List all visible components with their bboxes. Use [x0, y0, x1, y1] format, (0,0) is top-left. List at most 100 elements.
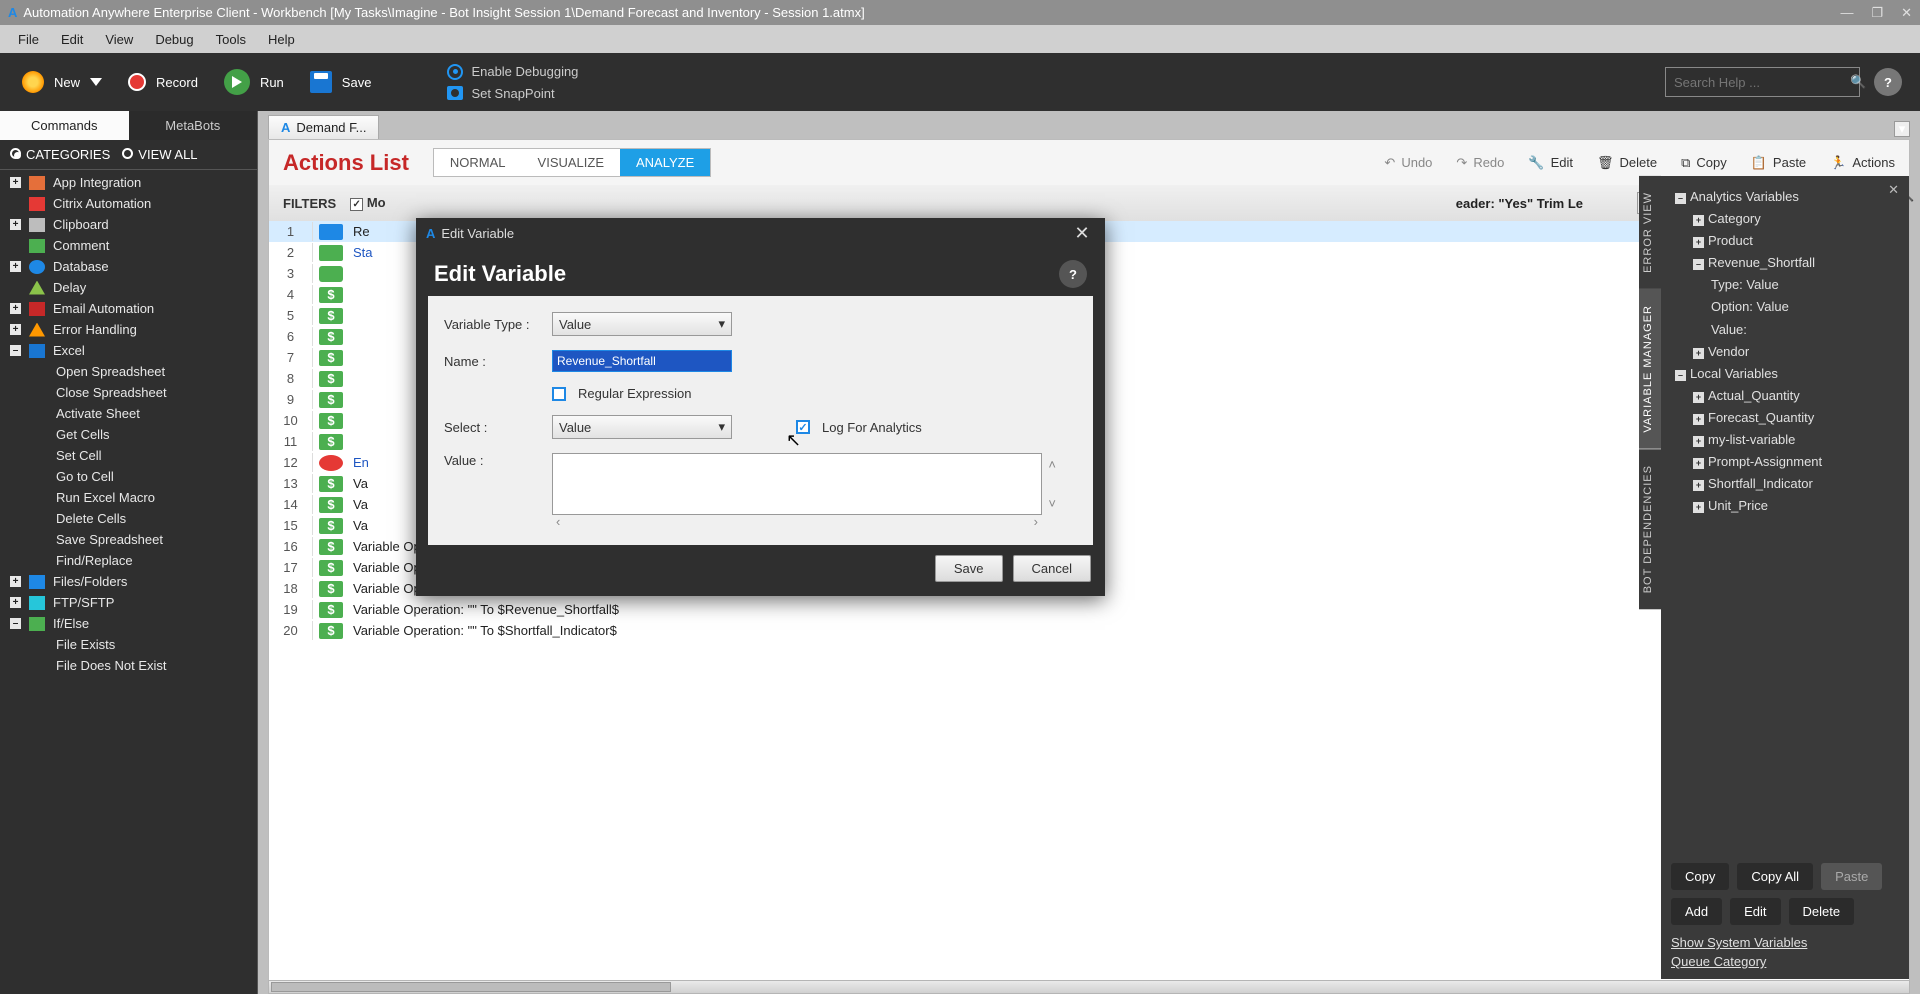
sidebar-item[interactable]: +Files/Folders	[0, 571, 257, 592]
sidebar-item[interactable]: Citrix Automation	[0, 193, 257, 214]
delete-action-button[interactable]: 🗑Delete	[1597, 155, 1657, 171]
sidebar-subitem[interactable]: Close Spreadsheet	[0, 382, 257, 403]
dock-close-button[interactable]: ✕	[1888, 182, 1899, 198]
tree-node[interactable]: Type: Value	[1671, 274, 1899, 296]
radio-categories[interactable]: CATEGORIES	[10, 147, 110, 162]
dialog-close-button[interactable]: ✕	[1069, 220, 1095, 246]
save-button[interactable]: Save	[310, 71, 372, 93]
dialog-save-button[interactable]: Save	[935, 555, 1003, 582]
tree-node[interactable]: +Actual_Quantity	[1671, 385, 1899, 407]
dialog-cancel-button[interactable]: Cancel	[1013, 555, 1091, 582]
sidebar-subitem[interactable]: Run Excel Macro	[0, 487, 257, 508]
tree-node[interactable]: +Unit_Price	[1671, 495, 1899, 517]
tab-commands[interactable]: Commands	[0, 111, 129, 140]
scroll-down-icon[interactable]: ˅	[1048, 496, 1056, 511]
tree-node[interactable]: +Category	[1671, 208, 1899, 230]
menu-tools[interactable]: Tools	[216, 32, 246, 47]
set-snappoint-button[interactable]: Set SnapPoint	[447, 86, 578, 101]
search-icon[interactable]: 🔍	[1850, 74, 1866, 90]
value-textarea[interactable]	[552, 453, 1042, 515]
sidebar-subitem[interactable]: Save Spreadsheet	[0, 529, 257, 550]
regex-checkbox[interactable]	[552, 387, 566, 401]
tree-node[interactable]: –Revenue_Shortfall	[1671, 252, 1899, 274]
tree-node[interactable]: +Forecast_Quantity	[1671, 407, 1899, 429]
tree-node[interactable]: Value:	[1671, 319, 1899, 341]
record-button[interactable]: Record	[128, 73, 198, 91]
sidebar-subitem[interactable]: Activate Sheet	[0, 403, 257, 424]
dock-tab-variablemanager[interactable]: VARIABLE MANAGER	[1639, 289, 1661, 449]
filter-checkbox[interactable]: ✓ Mo	[350, 195, 385, 211]
sidebar-item[interactable]: Delay	[0, 277, 257, 298]
var-copy-button[interactable]: Copy	[1671, 863, 1729, 890]
file-tab[interactable]: ADemand F...	[268, 115, 379, 139]
menu-file[interactable]: File	[18, 32, 39, 47]
sidebar-item[interactable]: +Email Automation	[0, 298, 257, 319]
redo-button[interactable]: ↷Redo	[1456, 155, 1504, 171]
sidebar-subitem[interactable]: Set Cell	[0, 445, 257, 466]
sidebar-subitem[interactable]: Go to Cell	[0, 466, 257, 487]
tree-node[interactable]: –Analytics Variables	[1671, 186, 1899, 208]
viewtab-visualize[interactable]: VISUALIZE	[522, 149, 620, 176]
paste-action-button[interactable]: 📋Paste	[1751, 155, 1806, 171]
var-type-select[interactable]: Value▾	[552, 312, 732, 336]
undo-button[interactable]: ↶Undo	[1384, 155, 1432, 171]
dialog-help-button[interactable]: ?	[1059, 260, 1087, 288]
var-add-button[interactable]: Add	[1671, 898, 1722, 925]
scroll-right-icon[interactable]: ›	[1034, 514, 1038, 529]
menu-debug[interactable]: Debug	[155, 32, 193, 47]
close-window-button[interactable]: ✕	[1901, 5, 1912, 21]
new-button[interactable]: New	[22, 71, 102, 93]
copy-action-button[interactable]: ⧉Copy	[1681, 155, 1727, 171]
tree-node[interactable]: +Shortfall_Indicator	[1671, 473, 1899, 495]
var-paste-button[interactable]: Paste	[1821, 863, 1882, 890]
radio-viewall[interactable]: VIEW ALL	[122, 147, 197, 162]
help-button[interactable]: ?	[1874, 68, 1902, 96]
scroll-left-icon[interactable]: ‹	[556, 514, 560, 529]
queue-category-link[interactable]: Queue Category	[1671, 954, 1899, 969]
horizontal-scrollbar[interactable]	[268, 980, 1910, 994]
menu-help[interactable]: Help	[268, 32, 295, 47]
enable-debug-button[interactable]: Enable Debugging	[447, 64, 578, 80]
viewtab-analyze[interactable]: ANALYZE	[620, 149, 710, 176]
maximize-button[interactable]: ❐	[1871, 5, 1883, 21]
sidebar-item[interactable]: +Database	[0, 256, 257, 277]
tab-metabots[interactable]: MetaBots	[129, 111, 258, 140]
minimize-button[interactable]: —	[1840, 5, 1853, 21]
var-copyall-button[interactable]: Copy All	[1737, 863, 1813, 890]
sidebar-subitem[interactable]: Open Spreadsheet	[0, 361, 257, 382]
tree-node[interactable]: +Prompt-Assignment	[1671, 451, 1899, 473]
search-help-input[interactable]: 🔍	[1665, 67, 1860, 97]
sidebar-item[interactable]: –If/Else	[0, 613, 257, 634]
sidebar-item[interactable]: +Clipboard	[0, 214, 257, 235]
sidebar-item[interactable]: +FTP/SFTP	[0, 592, 257, 613]
sidebar-subitem[interactable]: File Exists	[0, 634, 257, 655]
sidebar-subitem[interactable]: Get Cells	[0, 424, 257, 445]
log-analytics-checkbox[interactable]: ✓	[796, 420, 810, 434]
scroll-up-icon[interactable]: ˄	[1048, 457, 1056, 472]
select-dropdown[interactable]: Value▾	[552, 415, 732, 439]
tree-node[interactable]: +Product	[1671, 230, 1899, 252]
edit-action-button[interactable]: 🔧Edit	[1528, 155, 1573, 171]
tree-node[interactable]: +my-list-variable	[1671, 429, 1899, 451]
dock-tab-botdependencies[interactable]: BOT DEPENDENCIES	[1639, 449, 1661, 609]
tab-dropdown[interactable]: ▾	[1894, 121, 1910, 137]
menu-view[interactable]: View	[105, 32, 133, 47]
var-name-input[interactable]	[552, 350, 732, 372]
sidebar-item[interactable]: +App Integration	[0, 172, 257, 193]
var-delete-button[interactable]: Delete	[1789, 898, 1855, 925]
tree-node[interactable]: +Vendor	[1671, 341, 1899, 363]
dock-tab-errorview[interactable]: ERROR VIEW	[1639, 176, 1661, 289]
sidebar-subitem[interactable]: File Does Not Exist	[0, 655, 257, 676]
sidebar-subitem[interactable]: Find/Replace	[0, 550, 257, 571]
menu-edit[interactable]: Edit	[61, 32, 83, 47]
sidebar-subitem[interactable]: Delete Cells	[0, 508, 257, 529]
tree-node[interactable]: –Local Variables	[1671, 363, 1899, 385]
actions-menu-button[interactable]: 🏃Actions	[1830, 155, 1895, 171]
sidebar-item[interactable]: Comment	[0, 235, 257, 256]
chevron-down-icon[interactable]	[90, 78, 102, 86]
var-edit-button[interactable]: Edit	[1730, 898, 1780, 925]
sidebar-item[interactable]: +Error Handling	[0, 319, 257, 340]
run-button[interactable]: Run	[224, 69, 284, 95]
sidebar-item[interactable]: –Excel	[0, 340, 257, 361]
show-system-vars-link[interactable]: Show System Variables	[1671, 935, 1899, 950]
